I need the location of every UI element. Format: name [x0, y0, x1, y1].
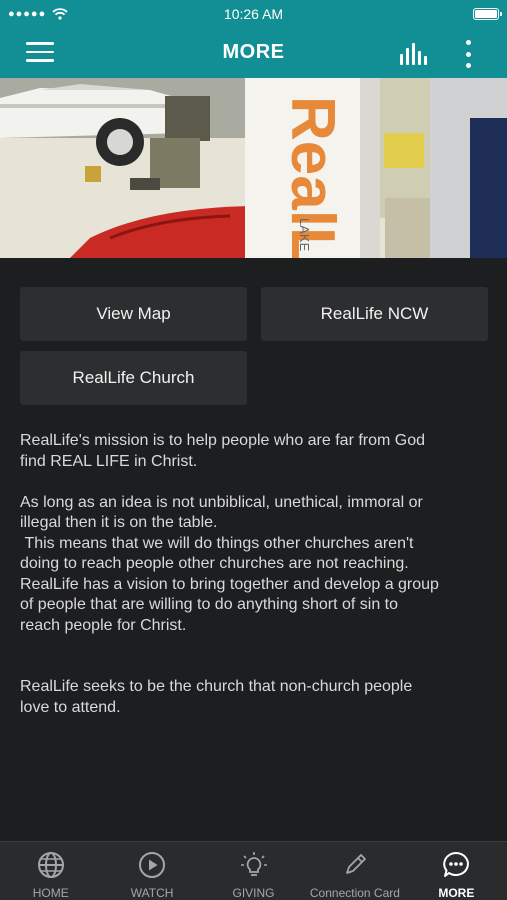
status-time: 10:26 AM: [223, 6, 284, 22]
status-bar: ●●●●● 10:26 AM: [0, 0, 507, 28]
hero-image: RealLi LAKE M: [0, 78, 507, 258]
tab-home[interactable]: HOME: [0, 842, 101, 900]
sign-text: M: [475, 124, 497, 154]
app-bar: MORE: [0, 28, 507, 78]
more-options-icon[interactable]: [460, 40, 476, 68]
tab-connection-card-label: Connection Card: [309, 886, 400, 900]
realife-church-button[interactable]: RealLife Church: [20, 351, 247, 405]
tab-home-label: HOME: [32, 886, 69, 900]
tab-connection-card[interactable]: Connection Card: [304, 842, 405, 900]
tab-giving[interactable]: GIVING: [203, 842, 304, 900]
tab-watch-label: WATCH: [130, 886, 174, 900]
chat-bubble-icon: [443, 852, 470, 877]
tab-more-label: MORE: [438, 886, 475, 900]
play-icon: [139, 852, 166, 878]
globe-icon: [37, 852, 64, 878]
cup-sub-text: LAKE: [297, 218, 312, 252]
pencil-icon: [346, 854, 366, 874]
battery-icon: [473, 8, 502, 20]
audio-bars-icon[interactable]: [400, 41, 430, 65]
tab-more[interactable]: MORE: [406, 842, 507, 900]
mission-text: RealLife's mission is to help people who…: [20, 432, 439, 716]
bottom-tab-bar: HOME WATCH GIVING Connection Card MORE: [0, 841, 507, 900]
page-title: MORE: [222, 41, 285, 63]
tab-giving-label: GIVING: [232, 886, 275, 900]
realife-ncw-button[interactable]: RealLife NCW: [261, 287, 488, 341]
view-map-button[interactable]: View Map: [20, 287, 247, 341]
lightbulb-icon: [240, 852, 267, 876]
tab-watch[interactable]: WATCH: [101, 842, 202, 900]
